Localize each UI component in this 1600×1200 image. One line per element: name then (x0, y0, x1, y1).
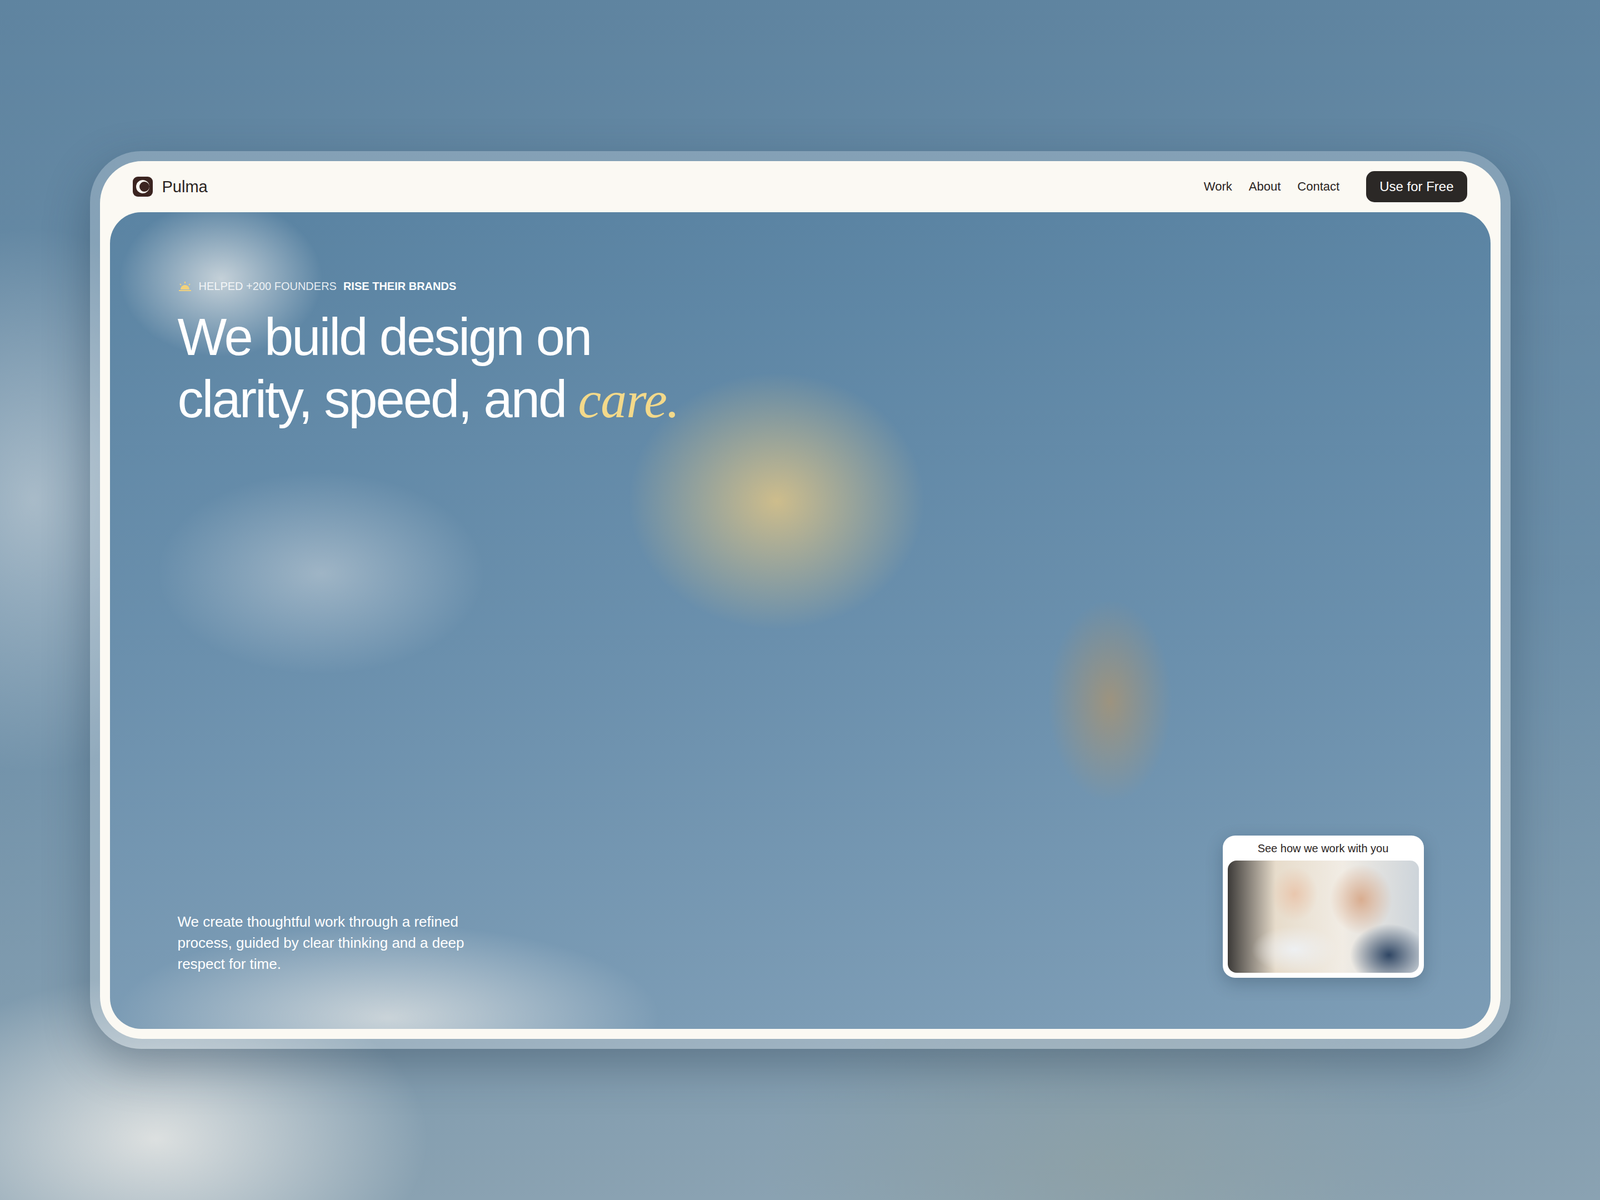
cta-button[interactable]: Use for Free (1366, 171, 1467, 203)
video-title: See how we work with you (1227, 835, 1419, 861)
brand[interactable]: Pulma (132, 176, 208, 198)
device-frame: Pulma Work About Contact Use for Free HELPED … (90, 151, 1511, 1049)
hero-bottom: We create thoughtful work through a refi… (177, 835, 1424, 978)
hero-badge: HELPED +200 FOUNDERS RISE THEIR BRANDS (177, 280, 1424, 293)
hero-headline: We build design onclarity, speed, andcar… (177, 306, 1424, 431)
nav-links: Work About Contact Use for Free (1203, 171, 1468, 203)
nav-link[interactable]: Work (1203, 179, 1233, 194)
nav-link[interactable]: Contact (1297, 179, 1340, 194)
video-card[interactable]: See how we work with you (1222, 835, 1424, 978)
nav-link[interactable]: About (1248, 179, 1282, 194)
brand-name: Pulma (162, 177, 208, 197)
sun-icon (177, 280, 193, 293)
video-thumbnail[interactable] (1227, 860, 1419, 973)
headline-line: We build design on (177, 306, 1424, 369)
hero-description: We create thoughtful work through a refi… (177, 911, 489, 975)
headline-accent: care. (577, 370, 679, 429)
headline-line: clarity, speed, andcare. (177, 368, 1424, 431)
badge-prefix: HELPED +200 FOUNDERS (198, 280, 337, 293)
navbar: Pulma Work About Contact Use for Free (110, 161, 1491, 213)
backdrop: Pulma Work About Contact Use for Free HELPED … (0, 0, 1600, 1200)
badge-emphasis: RISE THEIR BRANDS (343, 280, 457, 293)
page-card: Pulma Work About Contact Use for Free HELPED … (100, 161, 1501, 1039)
hero: HELPED +200 FOUNDERS RISE THEIR BRANDS We … (110, 212, 1491, 1029)
logo-icon (132, 176, 154, 198)
hero-top: HELPED +200 FOUNDERS RISE THEIR BRANDS We … (177, 280, 1424, 431)
